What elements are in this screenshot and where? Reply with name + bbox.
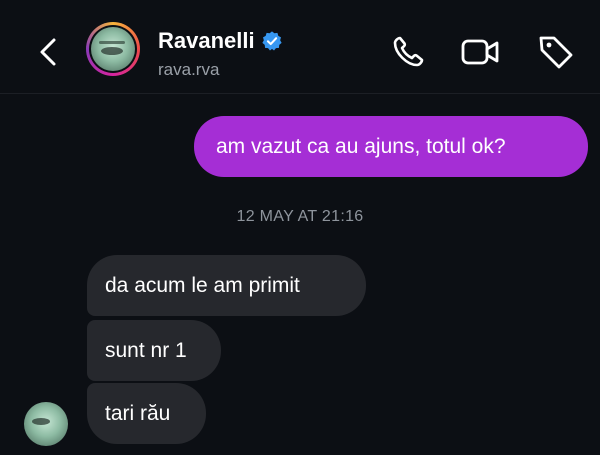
incoming-message[interactable]: sunt nr 1 [87,320,221,381]
contact-handle: rava.rva [158,60,220,79]
tag-icon[interactable] [536,32,576,72]
video-camera-icon[interactable] [460,32,500,72]
avatar-image [91,27,135,71]
contact-avatar[interactable] [86,22,140,76]
incoming-message[interactable]: tari rău [87,383,206,444]
contact-name-row[interactable]: Ravanelli [158,28,283,54]
message-timestamp: 12 MAY AT 21:16 [236,208,364,225]
phone-icon[interactable] [388,32,428,72]
incoming-message[interactable]: da acum le am primit [87,255,366,316]
verified-badge-icon [261,31,282,51]
sender-avatar[interactable] [24,402,68,446]
contact-name: Ravanelli [158,28,255,53]
chat-header: Ravanelli rava.rva [0,0,600,94]
back-icon[interactable] [36,36,62,68]
outgoing-message[interactable]: am vazut ca au ajuns, totul ok? [194,116,588,177]
